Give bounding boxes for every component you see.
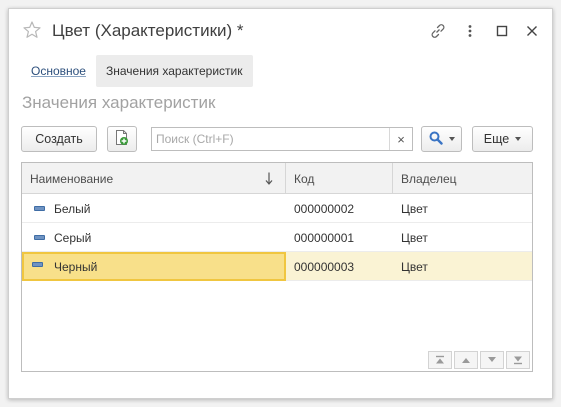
link-icon[interactable] — [429, 22, 447, 40]
create-button-label: Создать — [35, 132, 83, 146]
cell-owner: Цвет — [401, 259, 428, 274]
form-window: Цвет (Характеристики) * Основное Значени… — [8, 8, 553, 399]
search-clear-button[interactable]: × — [389, 128, 412, 150]
table-row[interactable]: Серый 000000001 Цвет — [22, 223, 532, 252]
form-tabs: Основное Значения характеристик — [21, 55, 253, 87]
search-button[interactable] — [421, 126, 462, 152]
table-row-selected[interactable]: Черный 000000003 Цвет — [22, 252, 532, 281]
scroll-last-icon[interactable] — [506, 351, 530, 369]
copy-button[interactable] — [107, 126, 137, 152]
chevron-down-icon — [515, 137, 522, 141]
close-icon[interactable] — [523, 22, 541, 40]
star-icon[interactable] — [22, 20, 42, 40]
values-table: Наименование Код Владелец Белый 00000000… — [21, 162, 533, 372]
kebab-icon[interactable] — [461, 22, 479, 40]
copy-document-icon — [115, 129, 129, 149]
cell-owner: Цвет — [401, 201, 428, 216]
column-header-code-label: Код — [294, 171, 315, 186]
cell-code: 000000002 — [294, 201, 355, 216]
chevron-down-icon — [448, 137, 455, 141]
maximize-icon[interactable] — [493, 22, 511, 40]
more-button-label: Еще — [483, 132, 510, 146]
section-title: Значения характеристик — [22, 93, 216, 112]
more-button[interactable]: Еще — [472, 126, 533, 152]
cell-name: Черный — [22, 252, 286, 281]
search-box: × — [151, 127, 413, 151]
title-bar: Цвет (Характеристики) * — [9, 9, 552, 55]
cell-code: 000000001 — [294, 230, 355, 245]
cell-name: Серый — [54, 230, 92, 245]
window-title: Цвет (Характеристики) * — [52, 21, 244, 40]
tab-main[interactable]: Основное — [21, 55, 96, 87]
table-row[interactable]: Белый 000000002 Цвет — [22, 194, 532, 223]
tab-characteristic-values[interactable]: Значения характеристик — [95, 55, 253, 87]
column-header-code[interactable]: Код — [286, 163, 393, 194]
sort-descending-icon — [264, 171, 274, 186]
table-scroll-controls — [426, 351, 530, 369]
catalog-item-icon — [32, 262, 43, 267]
column-header-owner-label: Владелец — [401, 171, 457, 186]
list-toolbar: Создать × — [21, 126, 533, 152]
scroll-down-icon[interactable] — [480, 351, 504, 369]
cell-name: Белый — [54, 201, 91, 216]
column-header-name[interactable]: Наименование — [22, 163, 286, 194]
column-header-name-label: Наименование — [30, 171, 114, 186]
column-header-owner[interactable]: Владелец — [393, 163, 532, 194]
search-input[interactable] — [152, 128, 388, 150]
scroll-first-icon[interactable] — [428, 351, 452, 369]
cell-code: 000000003 — [294, 259, 355, 274]
scroll-up-icon[interactable] — [454, 351, 478, 369]
table-header: Наименование Код Владелец — [22, 163, 532, 194]
cell-owner: Цвет — [401, 230, 428, 245]
magnifier-icon — [429, 131, 443, 148]
create-button[interactable]: Создать — [21, 126, 97, 152]
